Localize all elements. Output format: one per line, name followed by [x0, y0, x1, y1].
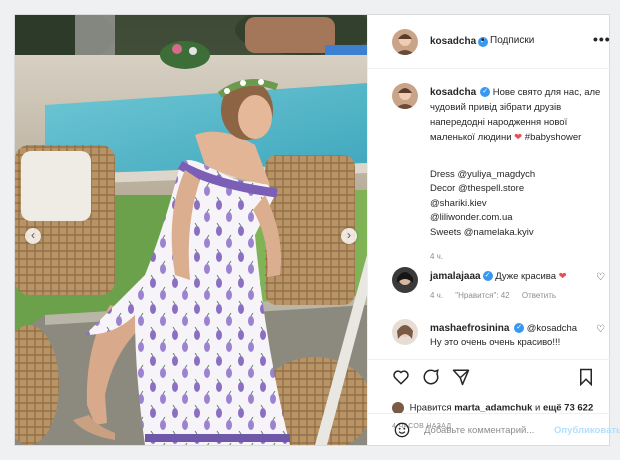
- like-comment-heart-icon[interactable]: ♡: [596, 324, 605, 335]
- comment-avatar[interactable]: [392, 319, 418, 345]
- following-button[interactable]: Подписки: [490, 35, 534, 46]
- hashtag-link[interactable]: #babyshower: [525, 132, 582, 143]
- red-heart-emoji: ❤: [558, 271, 567, 282]
- comment-input[interactable]: [424, 422, 554, 438]
- verified-badge-icon: ✓: [514, 323, 525, 334]
- bookmark-icon[interactable]: [578, 368, 594, 386]
- comment-mention[interactable]: @kosadcha: [527, 323, 577, 334]
- reply-button[interactable]: Ответить: [522, 291, 556, 300]
- chevron-right-icon: ›: [347, 228, 351, 242]
- post-header: kosadcha ✓ Подписки • •••: [368, 15, 610, 69]
- comment-avatar[interactable]: [392, 267, 418, 293]
- likes-prefix: Нравится: [409, 402, 452, 414]
- comment-icon[interactable]: [422, 368, 440, 386]
- verified-badge-icon: ✓: [480, 87, 491, 98]
- publish-button[interactable]: Опубликовать: [554, 425, 620, 436]
- post-caption: kosadcha ✓ Нове свято для нас, але чудови…: [394, 85, 604, 145]
- next-photo-button[interactable]: ›: [341, 228, 357, 244]
- credit-line[interactable]: @shariki.kiev: [430, 197, 535, 211]
- add-comment-bar: Опубликовать: [368, 413, 620, 446]
- liker-username[interactable]: marta_adamchuk: [454, 403, 532, 414]
- smiley-icon[interactable]: [394, 422, 410, 438]
- credit-line[interactable]: @liliwonder.com.ua: [430, 211, 535, 225]
- chevron-left-icon: ‹: [31, 228, 35, 242]
- author-avatar[interactable]: [392, 29, 418, 55]
- instagram-post: ‹ › kosadcha ✓ Подписки • ••• kosadcha ✓ …: [14, 14, 620, 446]
- caption-username[interactable]: kosadcha: [430, 87, 476, 98]
- like-comment-heart-icon[interactable]: ♡: [596, 272, 605, 283]
- comment-likes-count[interactable]: "Нравится": 42: [455, 291, 509, 300]
- comment-item: jamalajaaa ✓ Дуже красива ❤ 4 ч. "Нравитс…: [392, 267, 610, 311]
- share-icon[interactable]: [452, 368, 470, 386]
- dot-separator: •: [481, 35, 485, 46]
- red-heart-emoji: ❤: [514, 132, 523, 143]
- heart-icon[interactable]: [392, 368, 410, 386]
- credit-line[interactable]: Dress @yuliya_magdych: [430, 168, 535, 182]
- following-label: Подписки: [490, 35, 535, 46]
- prev-photo-button[interactable]: ‹: [25, 228, 41, 244]
- comment-text: Ну это очень очень красиво!!!: [430, 337, 561, 348]
- comment-text: Дуже красива: [495, 271, 557, 282]
- credit-line[interactable]: Sweets @namelaka.kyiv: [430, 226, 535, 240]
- author-username[interactable]: kosadcha: [430, 36, 476, 47]
- caption-timestamp[interactable]: 4 ч.: [430, 250, 535, 264]
- caption-credits: Dress @yuliya_magdych Decor @thespell.st…: [430, 168, 535, 264]
- comment-item: mashaefrosinina ✓ @kosadcha Ну это очень…: [392, 319, 610, 359]
- verified-badge-icon: ✓: [482, 271, 493, 282]
- likes-connector: и: [535, 402, 541, 414]
- credit-line[interactable]: Decor @thespell.store: [430, 182, 535, 196]
- comment-username[interactable]: jamalajaaa: [430, 271, 481, 282]
- likes-count-link[interactable]: ещё 73 622: [543, 403, 593, 414]
- more-options-icon[interactable]: •••: [593, 31, 611, 47]
- comment-username[interactable]: mashaefrosinina: [430, 323, 509, 334]
- post-sidebar: kosadcha ✓ Подписки • ••• kosadcha ✓ Нове…: [367, 15, 620, 446]
- comment-timestamp[interactable]: 4 ч.: [430, 291, 443, 300]
- photo-illustration: [15, 15, 367, 445]
- post-photo[interactable]: ‹ ›: [15, 15, 367, 445]
